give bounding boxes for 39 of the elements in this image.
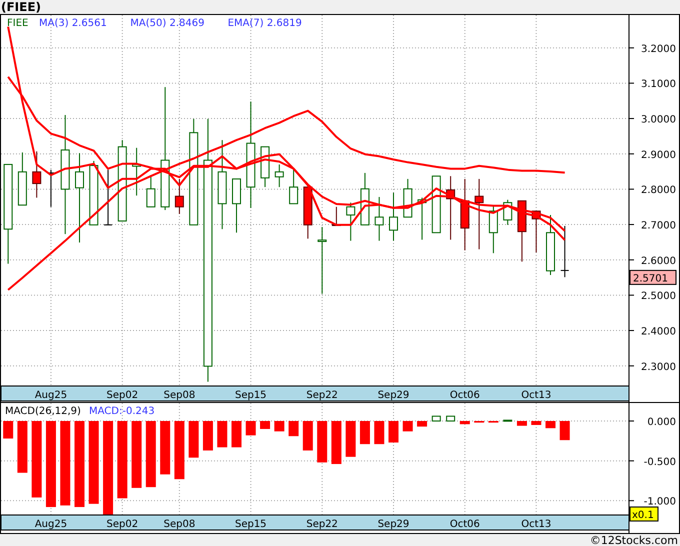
axis-label: Sep02	[106, 519, 138, 530]
price-tag: 2.5701	[630, 270, 676, 285]
axis-label: Sep22	[306, 519, 338, 530]
scale-badge: x0.1	[630, 506, 658, 522]
axis-label: 3.1000	[641, 79, 676, 90]
axis-label: -0.500	[644, 456, 676, 468]
axis-label: Sep29	[378, 519, 410, 530]
legend-text: MA(50) 2.8469	[130, 18, 204, 29]
axis-label: 2.7000	[641, 220, 676, 232]
legend-text: MA(3) 2.6561	[39, 18, 107, 29]
legend-text: EMA(7) 2.6819	[228, 18, 302, 29]
axis-label: Sep15	[234, 519, 267, 530]
axis-label: 2.8000	[641, 185, 676, 196]
axis-label: Oct13	[521, 390, 552, 401]
axis-label: 2.9000	[641, 150, 676, 161]
axis-label: 2.6000	[641, 256, 676, 267]
axis-label: 3.2000	[641, 44, 676, 55]
axis-label: 2.5000	[641, 291, 676, 302]
axis-label: -1.000	[644, 496, 676, 508]
axis-label: Sep29	[378, 390, 410, 401]
copyright-text: ©12Stocks.com	[588, 534, 679, 546]
chart-title: (FIEE)	[0, 0, 42, 14]
axis-label: 2.4000	[641, 326, 676, 338]
axis-label: Sep22	[306, 390, 338, 401]
axis-label: Aug25	[34, 519, 68, 530]
indicator-label: MACD(26,12,9)	[5, 406, 81, 417]
axis-label: Sep02	[106, 390, 138, 401]
axis-label: 0.000	[647, 417, 676, 428]
ticker-label: FIEE	[7, 18, 28, 29]
axis-label: Sep15	[234, 390, 267, 401]
axis-label: Sep08	[164, 390, 196, 401]
axis-label: Oct13	[521, 519, 552, 530]
axis-label: 3.0000	[641, 114, 676, 126]
axis-label: Sep08	[164, 519, 196, 530]
axis-label: 2.3000	[641, 362, 676, 373]
indicator-reading: MACD:-0.243	[89, 406, 155, 417]
axis-label: Oct06	[450, 519, 480, 530]
axis-label: Oct06	[450, 390, 480, 401]
axis-label: Aug25	[34, 390, 68, 401]
